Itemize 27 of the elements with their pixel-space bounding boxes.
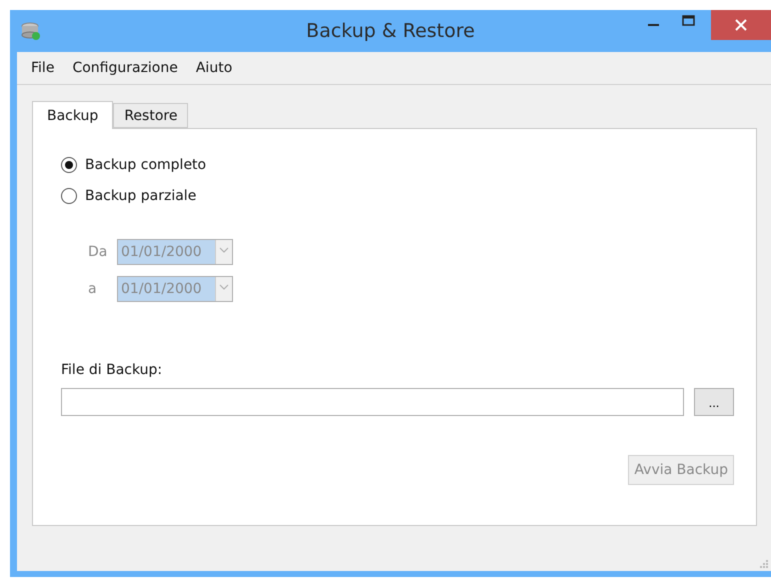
dropdown-icon — [215, 240, 232, 264]
tab[interactable]: Backup — [32, 101, 114, 129]
radio-button[interactable] — [61, 157, 77, 173]
date-value: 01/01/2000 — [120, 281, 203, 297]
radio-label: Backup completo — [85, 157, 206, 173]
close-icon — [735, 19, 747, 31]
date-value: 01/01/2000 — [120, 244, 203, 260]
menu-item[interactable]: Aiuto — [186, 60, 242, 76]
menu-item[interactable]: File — [22, 60, 64, 76]
tab[interactable]: Restore — [113, 103, 188, 128]
radio-option[interactable]: Backup parziale — [61, 188, 734, 204]
resize-grip-icon — [759, 559, 769, 569]
window-title: Backup & Restore — [306, 20, 475, 42]
radio-option[interactable]: Backup completo — [61, 157, 734, 173]
radio-label: Backup parziale — [85, 188, 196, 204]
minimize-icon — [648, 24, 658, 26]
radio-button[interactable] — [61, 188, 77, 204]
disk-icon — [20, 21, 42, 41]
date-label: a — [88, 281, 98, 297]
browse-button[interactable]: ... — [694, 388, 734, 416]
input-field[interactable] — [61, 388, 684, 416]
date-label: Da — [88, 244, 108, 260]
maximize-icon — [682, 15, 696, 27]
field-label: File di Backup: — [61, 362, 164, 378]
menu-item[interactable]: Configurazione — [63, 60, 187, 76]
dropdown-icon — [215, 277, 232, 301]
close-button[interactable] — [711, 10, 771, 40]
